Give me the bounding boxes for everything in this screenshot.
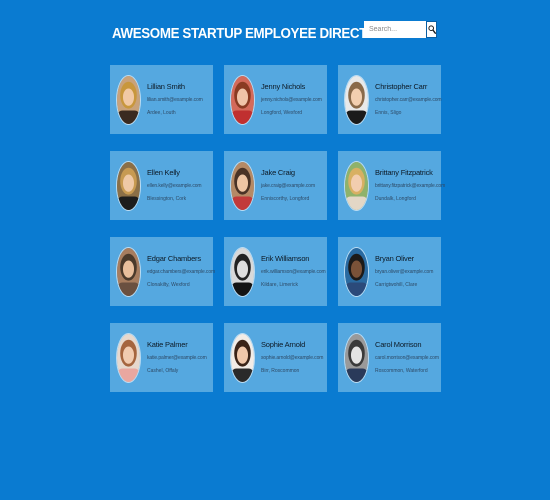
employee-avatar	[116, 161, 141, 211]
employee-avatar	[344, 161, 369, 211]
employee-name: Jake Craig	[261, 168, 295, 177]
employee-location: Roscommon, Waterford	[375, 368, 428, 374]
search-icon	[427, 25, 436, 34]
employee-location: Ennis, Sligo	[375, 110, 402, 116]
employee-info: Bryan Oliver bryan.oliver@example.com Carr…	[375, 254, 439, 288]
employee-info: Sophie Arnold sophie.arnold@example.com Bi…	[261, 340, 325, 374]
employee-info: Christopher Carr christopher.carr@example…	[375, 82, 442, 116]
employee-card[interactable]: Edgar Chambers edgar.chambers@example.com…	[110, 237, 216, 306]
employee-avatar	[344, 247, 369, 297]
employee-avatar	[230, 247, 255, 297]
employee-avatar	[344, 333, 369, 383]
employee-email: ellen.kelly@example.com	[147, 183, 202, 189]
employee-location: Enniscorthy, Longford	[261, 196, 310, 202]
employee-name: Sophie Arnold	[261, 340, 306, 349]
employee-avatar	[116, 247, 141, 297]
employee-email: lilian.smith@example.com	[147, 97, 203, 103]
employee-email: carol.morrison@example.com	[375, 355, 439, 361]
page-title: AWESOME STARTUP EMPLOYEE DIRECTORY	[112, 26, 394, 42]
employee-info: Katie Palmer katie.palmer@example.com Cash…	[147, 340, 211, 374]
employee-email: bryan.oliver@example.com	[375, 269, 434, 275]
employee-info: Edgar Chambers edgar.chambers@example.com…	[147, 254, 216, 288]
employee-email: katie.palmer@example.com	[147, 355, 207, 361]
employee-avatar	[230, 161, 255, 211]
employee-card[interactable]: Carol Morrison carol.morrison@example.com…	[338, 323, 441, 392]
employee-email: erik.williamson@example.com	[261, 269, 326, 275]
employee-email: jake.craig@example.com	[261, 183, 316, 189]
search-button[interactable]	[426, 21, 437, 38]
employee-card[interactable]: Brittany Fitzpatrick brittany.fitzpatrick…	[338, 151, 446, 220]
employee-card[interactable]: Jake Craig jake.craig@example.com Enniscor…	[224, 151, 327, 220]
employee-grid: Lillian Smith lilian.smith@example.com Ard…	[110, 65, 446, 392]
employee-name: Bryan Oliver	[375, 254, 414, 263]
employee-avatar	[116, 75, 141, 125]
employee-email: edgar.chambers@example.com	[147, 269, 216, 275]
employee-name: Brittany Fitzpatrick	[375, 168, 433, 177]
employee-info: Jenny Nichols jenny.nichols@example.com Lo…	[261, 82, 325, 116]
employee-card[interactable]: Jenny Nichols jenny.nichols@example.com Lo…	[224, 65, 327, 134]
employee-email: brittany.fitzpatrick@example.com	[375, 183, 446, 189]
employee-location: Longford, Wexford	[261, 110, 303, 116]
employee-card[interactable]: Ellen Kelly ellen.kelly@example.com Blessi…	[110, 151, 213, 220]
employee-card[interactable]: Bryan Oliver bryan.oliver@example.com Carr…	[338, 237, 441, 306]
search-form	[364, 21, 437, 38]
employee-location: Cashel, Offaly	[147, 368, 179, 374]
employee-card[interactable]: Lillian Smith lilian.smith@example.com Ard…	[110, 65, 213, 134]
employee-location: Dundalk, Longford	[375, 196, 416, 202]
employee-name: Edgar Chambers	[147, 254, 201, 263]
employee-name: Jenny Nichols	[261, 82, 306, 91]
employee-info: Lillian Smith lilian.smith@example.com Ard…	[147, 82, 211, 116]
employee-info: Brittany Fitzpatrick brittany.fitzpatrick…	[375, 168, 446, 202]
employee-location: Clonakilty, Wexford	[147, 282, 190, 288]
employee-location: Birr, Roscommon	[261, 368, 300, 374]
employee-location: Carrigtwohill, Clare	[375, 282, 418, 288]
employee-info: Ellen Kelly ellen.kelly@example.com Blessi…	[147, 168, 211, 202]
employee-name: Katie Palmer	[147, 340, 188, 349]
employee-avatar	[344, 75, 369, 125]
employee-info: Jake Craig jake.craig@example.com Enniscor…	[261, 168, 325, 202]
employee-card[interactable]: Christopher Carr christopher.carr@example…	[338, 65, 442, 134]
employee-card[interactable]: Erik Williamson erik.williamson@example.c…	[224, 237, 327, 306]
employee-info: Erik Williamson erik.williamson@example.c…	[261, 254, 326, 288]
employee-card[interactable]: Katie Palmer katie.palmer@example.com Cash…	[110, 323, 213, 392]
employee-card[interactable]: Sophie Arnold sophie.arnold@example.com Bi…	[224, 323, 327, 392]
employee-avatar	[230, 75, 255, 125]
employee-location: Kildare, Limerick	[261, 282, 298, 288]
employee-name: Carol Morrison	[375, 340, 422, 349]
employee-name: Erik Williamson	[261, 254, 310, 263]
employee-info: Carol Morrison carol.morrison@example.com…	[375, 340, 439, 374]
employee-avatar	[230, 333, 255, 383]
employee-avatar	[116, 333, 141, 383]
employee-name: Ellen Kelly	[147, 168, 180, 177]
employee-location: Blessington, Cork	[147, 196, 187, 202]
employee-email: christopher.carr@example.com	[375, 97, 442, 103]
employee-email: sophie.arnold@example.com	[261, 355, 324, 361]
employee-name: Christopher Carr	[375, 82, 428, 91]
employee-location: Ardee, Louth	[147, 110, 176, 116]
employee-name: Lillian Smith	[147, 82, 185, 91]
employee-email: jenny.nichols@example.com	[261, 97, 322, 103]
search-input[interactable]	[364, 21, 426, 38]
